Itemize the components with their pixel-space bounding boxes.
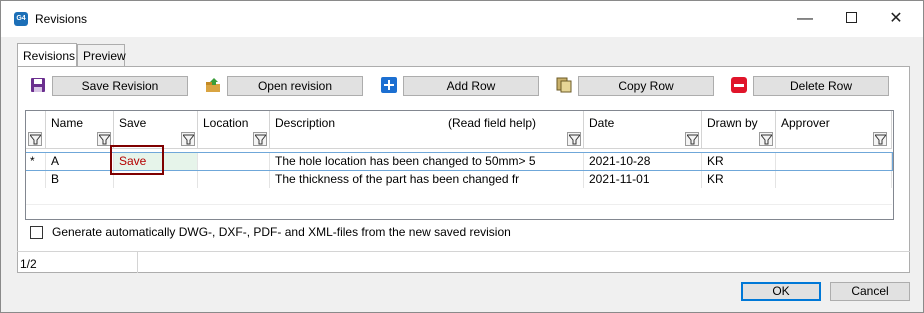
description-cell[interactable]: The hole location has been changed to 50… xyxy=(270,153,584,170)
column-header-location[interactable]: Location xyxy=(198,111,270,149)
filter-icon[interactable] xyxy=(253,132,267,146)
floppy-disk-icon xyxy=(30,77,46,93)
folder-open-icon xyxy=(205,77,221,93)
close-button[interactable]: ✕ xyxy=(879,7,913,31)
column-header-save[interactable]: Save xyxy=(114,111,198,149)
location-cell[interactable] xyxy=(198,171,270,188)
copy-row-button[interactable]: Copy Row xyxy=(578,76,714,96)
cancel-button[interactable]: Cancel xyxy=(830,282,910,301)
empty-row xyxy=(26,205,892,219)
filter-icon[interactable] xyxy=(181,132,195,146)
status-bar: 1/2 xyxy=(17,251,910,273)
tab-preview[interactable]: Preview xyxy=(77,44,126,66)
generate-files-checkbox[interactable] xyxy=(30,226,43,239)
filter-icon[interactable] xyxy=(685,132,699,146)
maximize-button[interactable] xyxy=(834,7,868,31)
filter-icon[interactable] xyxy=(28,132,42,146)
drawn-by-cell[interactable]: KR xyxy=(702,153,776,170)
drawn-by-cell[interactable]: KR xyxy=(702,171,776,188)
description-help-text: (Read field help) xyxy=(448,116,537,130)
description-cell[interactable]: The thickness of the part has been chang… xyxy=(270,171,584,188)
minus-icon xyxy=(731,77,747,93)
page-indicator: 1/2 xyxy=(20,257,37,271)
filter-icon[interactable] xyxy=(873,132,887,146)
approver-cell[interactable] xyxy=(776,171,892,188)
location-cell[interactable] xyxy=(198,153,270,170)
name-cell[interactable]: A xyxy=(46,153,114,170)
approver-cell[interactable] xyxy=(776,153,892,170)
open-revision-button[interactable]: Open revision xyxy=(227,76,363,96)
ok-button[interactable]: OK xyxy=(741,282,821,301)
column-header-drawn-by[interactable]: Drawn by xyxy=(702,111,776,149)
status-divider xyxy=(137,252,138,273)
revisions-window: G4 Revisions — ✕ Revisions Preview Save … xyxy=(0,0,924,313)
date-cell[interactable]: 2021-11-01 xyxy=(584,171,702,188)
name-cell[interactable]: B xyxy=(46,171,114,188)
row-header-column xyxy=(26,111,46,149)
save-revision-button[interactable]: Save Revision xyxy=(52,76,188,96)
window-title: Revisions xyxy=(35,12,88,26)
title-bar: G4 Revisions — ✕ xyxy=(1,1,923,37)
column-header-description[interactable]: Description (Read field help) xyxy=(270,111,584,149)
maximize-icon xyxy=(845,11,857,23)
filter-icon[interactable] xyxy=(759,132,773,146)
filter-icon[interactable] xyxy=(567,132,581,146)
save-cell-highlight xyxy=(110,145,164,175)
add-row-button[interactable]: Add Row xyxy=(403,76,539,96)
app-logo-icon: G4 xyxy=(14,12,28,26)
generate-files-label: Generate automatically DWG-, DXF-, PDF- … xyxy=(52,225,511,239)
empty-row xyxy=(26,188,892,205)
column-header-name[interactable]: Name xyxy=(46,111,114,149)
row-marker xyxy=(26,171,46,188)
date-cell[interactable]: 2021-10-28 xyxy=(584,153,702,170)
copy-icon xyxy=(556,77,572,93)
column-header-approver[interactable]: Approver xyxy=(776,111,892,149)
filter-icon[interactable] xyxy=(97,132,111,146)
plus-icon xyxy=(381,77,397,93)
minimize-button[interactable]: — xyxy=(788,7,822,31)
delete-row-button[interactable]: Delete Row xyxy=(753,76,889,96)
row-marker: * xyxy=(26,153,46,170)
tab-revisions[interactable]: Revisions xyxy=(17,43,77,66)
column-header-date[interactable]: Date xyxy=(584,111,702,149)
